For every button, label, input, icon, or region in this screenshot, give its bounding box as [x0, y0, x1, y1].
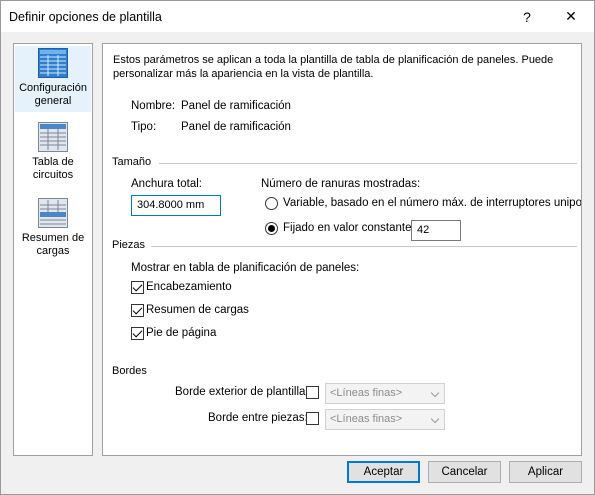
cancel-button[interactable]: Cancelar: [428, 461, 501, 483]
size-section-title: Tamaño: [112, 156, 152, 168]
borders-section-title: Bordes: [112, 365, 147, 377]
accept-button[interactable]: Aceptar: [347, 461, 420, 483]
footer-checkbox[interactable]: [131, 327, 144, 340]
outer-border-label: Borde exterior de plantilla:: [175, 386, 309, 398]
variable-slots-radio[interactable]: [265, 197, 278, 210]
nav-item-label: Configuración general: [19, 82, 87, 107]
between-border-select[interactable]: <Líneas finas>: [325, 409, 445, 430]
close-button[interactable]: ✕: [549, 1, 593, 32]
header-checkbox-label[interactable]: Encabezamiento: [146, 281, 232, 293]
nav-item-label: Tabla de circuitos: [32, 156, 74, 181]
category-nav: Configuración general Tabla de circuitos: [13, 43, 93, 456]
general-settings-panel: Estos parámetros se aplican a toda la pl…: [102, 43, 582, 456]
load-summary-icon: [38, 198, 68, 228]
outer-border-select[interactable]: <Líneas finas>: [325, 383, 445, 404]
slots-label: Número de ranuras mostradas:: [261, 178, 421, 190]
total-width-input[interactable]: 304.8000 mm: [131, 195, 221, 216]
chevron-down-icon: [430, 414, 440, 424]
fixed-slots-input[interactable]: 42: [411, 220, 461, 241]
apply-button[interactable]: Aplicar: [509, 461, 582, 483]
nav-item-label: Resumen de cargas: [21, 232, 85, 257]
chevron-down-icon: [430, 388, 440, 398]
load-summary-checkbox[interactable]: [131, 304, 144, 317]
between-border-label: Borde entre piezas:: [208, 412, 308, 424]
footer-checkbox-label[interactable]: Pie de página: [146, 327, 216, 339]
load-summary-checkbox-label[interactable]: Resumen de cargas: [146, 304, 249, 316]
circuit-table-icon: [38, 122, 68, 152]
between-border-select-value: <Líneas finas>: [330, 413, 403, 425]
outer-border-checkbox[interactable]: [306, 386, 319, 399]
nav-item-load-summary[interactable]: Resumen de cargas: [15, 198, 91, 260]
outer-border-select-value: <Líneas finas>: [330, 387, 403, 399]
parts-section-title: Piezas: [112, 239, 146, 251]
size-section-divider: [159, 163, 577, 164]
fixed-slots-label[interactable]: Fijado en valor constante:: [283, 222, 415, 234]
dialog-title: Definir opciones de plantilla: [9, 10, 162, 24]
nav-item-circuit-table[interactable]: Tabla de circuitos: [15, 122, 91, 184]
type-value: Panel de ramificación: [181, 121, 291, 133]
show-in-schedule-label: Mostrar en tabla de planificación de pan…: [131, 262, 360, 274]
dialog-window: Definir opciones de plantilla ? ✕ Config…: [0, 0, 595, 495]
type-label: Tipo:: [131, 121, 157, 133]
help-button[interactable]: ?: [505, 1, 549, 32]
description-text: Estos parámetros se aplican a toda la pl…: [113, 54, 554, 80]
header-checkbox[interactable]: [131, 281, 144, 294]
title-bar: Definir opciones de plantilla ? ✕: [1, 1, 594, 32]
fixed-slots-radio[interactable]: [265, 222, 278, 235]
name-value: Panel de ramificación: [181, 100, 291, 112]
parts-section-divider: [151, 246, 577, 247]
name-label: Nombre:: [131, 100, 176, 112]
table-grid-icon: [38, 48, 68, 78]
between-border-checkbox[interactable]: [306, 412, 319, 425]
total-width-label: Anchura total:: [131, 178, 202, 190]
nav-item-general[interactable]: Configuración general: [15, 46, 91, 112]
variable-slots-label[interactable]: Variable, basado en el número máx. de in…: [283, 197, 581, 209]
